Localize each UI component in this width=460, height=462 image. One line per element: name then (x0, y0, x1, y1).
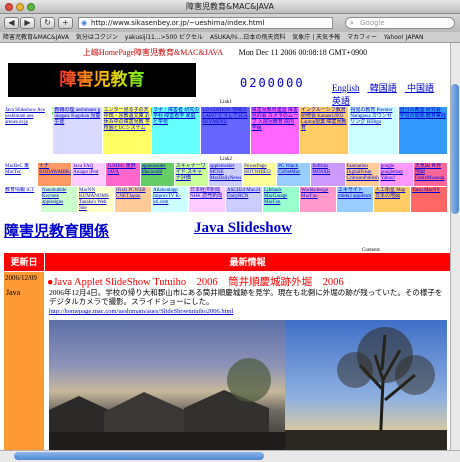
link-block[interactable]: ラボ・障害者 研究の学科 障害者学 家庭と学校 (152, 107, 201, 154)
slideshow-photo-1[interactable] (49, 320, 285, 450)
lang-links: English 韓国語 中国語 英語 (332, 81, 450, 107)
link-block[interactable]: ASCII24 Mac24 DailyRCN (226, 187, 262, 212)
search-icon: ⌕ (350, 19, 354, 27)
links-row-2: MacBeC 東 MacTecナチ KODAWARIKANJava FAQ An… (4, 163, 448, 187)
bookmark-item[interactable]: 気分はコクジン (76, 34, 118, 41)
visit-counter: 0200000 (240, 76, 305, 90)
search-field[interactable]: ⌕ Google (345, 17, 455, 29)
lang-english-link[interactable]: English (332, 83, 360, 93)
link2-label: Link2 (220, 157, 232, 162)
bookmark-item[interactable]: 障害児教育&MAC&JAVA (0, 34, 69, 41)
link-block[interactable]: appleinsider Macworld (140, 163, 174, 186)
site-icon: ◉ (81, 19, 88, 27)
link-block[interactable]: Allaboutapp ImprovTV K-ori.com (152, 187, 188, 212)
site-title: 上嶋HomePage障害児教育&MAC&JAVA (82, 48, 223, 57)
link-block[interactable]: スキャナーワイド スキャナ評価 (174, 163, 208, 186)
link-block[interactable]: Tatsu MacNY (411, 187, 447, 212)
page-heading: 上嶋HomePage障害児教育&MAC&JAVA Mon Dec 11 2006… (0, 47, 450, 58)
link-block[interactable]: エキサイト mbdu2 appleism (337, 187, 373, 212)
site-logo: 障害児教育&MAC&JAVA (8, 63, 196, 123)
link-block[interactable]: appleinsider MOSE MacDailyNews (208, 163, 243, 186)
link-block[interactable]: Fanmation DigitalFreak CrimsonPublish (345, 163, 379, 186)
link-block[interactable]: 教職の理 ueshimaes g ukagaw Kagokan 児童生徒 (53, 107, 102, 154)
latest-news-header: 最新情報 (45, 253, 450, 271)
bookmark-item[interactable]: ASUKA/hi...日本の飛天資料 (210, 34, 285, 41)
link-block[interactable]: LD STATION 地域の LAP27 どうしてSCA SKYMENU (201, 107, 250, 154)
bookmark-item[interactable]: Yahoo! JAPAN (384, 34, 424, 41)
link-block[interactable]: PowerPage HOTWIRED (243, 163, 277, 186)
link-block[interactable]: MacNN KUMANOMS Tanaka's Web Site (78, 187, 114, 212)
link-block[interactable]: 日本経済新聞 NHK 読売新聞 (189, 187, 225, 212)
lang-chinese-link[interactable]: 中国語 (407, 83, 434, 93)
vertical-scroll-thumb[interactable] (451, 84, 459, 214)
news-title[interactable]: ●Java Applet SlideShow Tutuiho 2006 筒井順慶… (47, 274, 447, 289)
bookmark-item[interactable]: 気象庁 | 天気予報 (292, 34, 340, 41)
news-date: 2006/12/09 (5, 274, 37, 282)
link-block[interactable]: Java Slideshow Ace ueshimam ues areues.o… (4, 107, 53, 154)
link-block[interactable]: 天気図 世界地図 DantoMuseum (413, 163, 447, 186)
news-category: Java (6, 288, 21, 297)
houses-silhouette (49, 358, 285, 450)
tree-silhouette (285, 327, 447, 450)
link-block[interactable]: iFixIt PCWEB CNETJapan (115, 187, 151, 212)
news-link[interactable]: http://homepage.mac.com/ueshimam/aues/Sl… (49, 308, 447, 315)
window-title: 障害児教育&MAC&JAVA (186, 2, 274, 11)
bookmark-item[interactable]: マカフィー (347, 34, 377, 41)
link-block[interactable]: Worldsdesign MacFun (300, 187, 336, 212)
links-row-3: 教育情報 ICT Nanobubble Keynote applesigns Mac… (4, 187, 448, 213)
special-ed-link[interactable]: 障害児教育関係 (4, 220, 109, 241)
news-body: 2006年12月4日。学校の帰り大和郡山市にある筒井順慶城跡を見学。現在も北側に… (49, 288, 443, 306)
link-block[interactable]: Java FAQ Aniapo iPod (72, 163, 106, 186)
link-block[interactable]: 視覚の教育 Premier Naragawa カウンセリング IEDiga (349, 107, 398, 154)
link-block[interactable]: Softvan MOSXR (311, 163, 345, 186)
link-block[interactable]: インクルーシブ教育 研修会 Kanaori2003 Laptop授業 障害児教育 (300, 107, 349, 154)
update-date-header: 更新日 (4, 253, 44, 271)
date-column: 2006/12/09 Java (4, 272, 44, 450)
bookmarks-bar: 障害児教育&MAC&JAVA 気分はコクジン yakusiji11...>500… (0, 32, 460, 43)
window-titlebar: 障害児教育&MAC&JAVA (0, 0, 460, 14)
link-block[interactable]: Lifehack MacGarage MacFan (263, 187, 299, 212)
search-placeholder: Google (360, 19, 385, 27)
web-page: 上嶋HomePage障害児教育&MAC&JAVA Mon Dec 11 2006… (0, 43, 450, 450)
link1-label: Link1 (220, 100, 232, 105)
url-text: http://www.sikasenbey.or.jp/~ueshima/ind… (91, 19, 265, 27)
lang-english2-link[interactable]: 英語 (332, 96, 350, 106)
link-block[interactable]: 障害児教育連盟 障害児の会 カメラのムーブ 入院児教育 院内学級 (250, 107, 299, 154)
link-block[interactable]: 教育情報 ICT (4, 187, 40, 212)
slideshow-photo-2[interactable] (285, 320, 447, 450)
back-button[interactable]: ◀ (4, 17, 19, 29)
link-block[interactable]: PC Watch CnNetMac (277, 163, 311, 186)
horizontal-scroll-thumb[interactable] (14, 452, 264, 460)
link-block[interactable]: エンター見る子の天 中田・宗教遺文庫 お休み中の障害児教 学校園とUCシステム (102, 107, 151, 154)
reload-button[interactable]: ↻ (40, 17, 55, 29)
link-block[interactable]: ナチ KODAWARIKAN (38, 163, 72, 186)
link-block[interactable]: 人工衛星 Map 日本の地図 (374, 187, 410, 212)
forward-button[interactable]: ▶ (20, 17, 35, 29)
lang-korean-link[interactable]: 韓国語 (370, 83, 397, 93)
url-field[interactable]: ◉ http://www.sikasenbey.or.jp/~ueshima/i… (78, 17, 333, 29)
bookmark-item[interactable]: yakusiji11...>500 ピクセル (125, 34, 203, 41)
datetime: Mon Dec 11 2006 00:08:18 GMT+0900 (238, 48, 368, 57)
links-row-1: Java Slideshow Ace ueshimam ues areues.o… (4, 107, 448, 155)
link-block[interactable]: MacBeC 東 MacTec (4, 163, 38, 186)
news-cell: ●Java Applet SlideShow Tutuiho 2006 筒井順慶… (45, 272, 450, 450)
link-block[interactable]: JUMBO 東野JAVA (106, 163, 140, 186)
browser-toolbar: ◀ ▶ ↻ + ◉ http://www.sikasenbey.or.jp/~u… (0, 14, 460, 32)
link-block[interactable]: Nanobubble Keynote applesigns (41, 187, 77, 212)
link-block[interactable]: 自分の教室 研究会 学習の関係 教育実践 (398, 107, 447, 154)
link-block[interactable]: google googlemap Yahoo! (379, 163, 413, 186)
java-slideshow-link[interactable]: Java Slideshow (194, 220, 292, 237)
add-bookmark-button[interactable]: + (58, 17, 73, 29)
